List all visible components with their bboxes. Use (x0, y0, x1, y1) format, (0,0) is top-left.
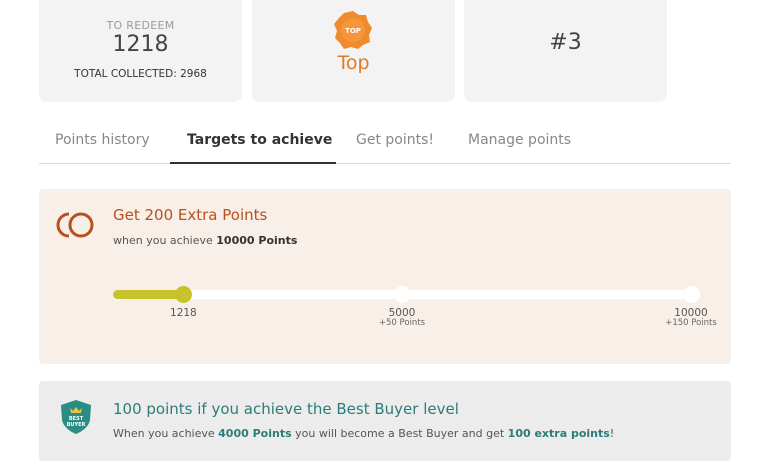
level-label: Top (337, 52, 370, 74)
milestone-knob-10000 (683, 286, 700, 303)
to-redeem-label: TO REDEEM (106, 19, 175, 32)
tab-get-points[interactable]: Get points! (356, 132, 434, 148)
target-best-buyer: BEST BUYER 100 points if you achieve the… (39, 381, 731, 461)
total-collected: TOTAL COLLECTED: 2968 (74, 68, 207, 80)
rank-card: #3 (464, 0, 667, 102)
target-subtitle: when you achieve 10000 Points (113, 234, 298, 247)
milestone-10000: 10000 +150 Points (665, 307, 717, 328)
tab-bar: Points history Targets to achieve Get po… (39, 122, 731, 164)
target-extra-points: Get 200 Extra Points when you achieve 10… (39, 189, 731, 364)
to-redeem-value: 1218 (112, 32, 169, 57)
svg-text:BUYER: BUYER (67, 422, 86, 428)
level-card: TOP Top (252, 0, 455, 102)
milestone-knob-5000 (394, 286, 411, 303)
milestone-5000: 5000 +50 Points (378, 307, 426, 328)
top-badge-icon: TOP (334, 11, 372, 49)
svg-text:TOP: TOP (345, 27, 361, 35)
best-buyer-shield-icon: BEST BUYER (61, 400, 91, 434)
to-redeem-card: TO REDEEM 1218 TOTAL COLLECTED: 2968 (39, 0, 242, 102)
tab-targets-to-achieve[interactable]: Targets to achieve (187, 132, 332, 148)
active-tab-indicator (170, 162, 336, 164)
best-buyer-title: 100 points if you achieve the Best Buyer… (113, 400, 459, 418)
tab-points-history[interactable]: Points history (55, 132, 150, 148)
best-buyer-subtitle: When you achieve 4000 Points you will be… (113, 427, 615, 440)
tab-manage-points[interactable]: Manage points (468, 132, 571, 148)
target-title: Get 200 Extra Points (113, 206, 268, 224)
milestone-current: 1218 (170, 307, 197, 319)
progress-knob-current (175, 286, 193, 303)
rings-icon (56, 212, 94, 238)
rank-value: #3 (549, 30, 582, 55)
